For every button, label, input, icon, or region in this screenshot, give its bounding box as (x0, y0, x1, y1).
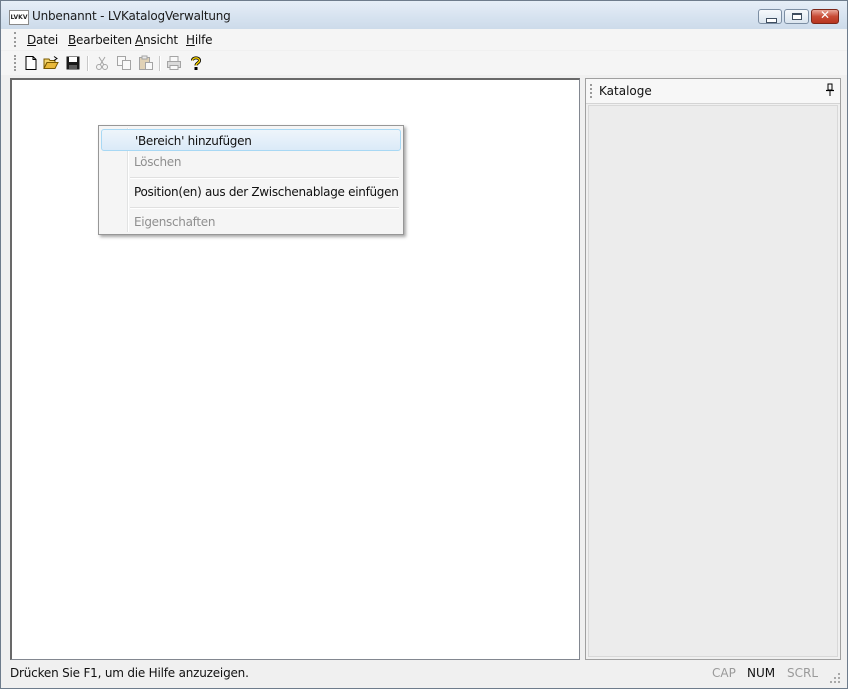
num-indicator: NUM (747, 666, 776, 680)
maximize-icon (792, 13, 802, 20)
toolbar-separator (87, 56, 89, 71)
kataloge-panel: Kataloge (585, 78, 841, 660)
menu-ansicht[interactable]: Ansicht (135, 33, 178, 47)
kataloge-list[interactable] (588, 105, 838, 657)
menubar-grip[interactable] (14, 32, 18, 47)
toolbar-separator (159, 56, 161, 71)
new-document-icon[interactable] (23, 55, 39, 71)
context-item-label: 'Bereich' hinzufügen (135, 134, 252, 148)
context-item-label: Position(en) aus der Zwischenablage einf… (134, 185, 399, 199)
title-bar[interactable]: LVKV Unbenannt - LVKatalogVerwaltung ✕ (1, 1, 847, 30)
context-item-bereich-hinzufuegen[interactable]: 'Bereich' hinzufügen (101, 129, 401, 151)
close-button[interactable]: ✕ (811, 8, 839, 24)
panel-header[interactable]: Kataloge (586, 79, 840, 104)
minimize-icon (766, 18, 777, 23)
app-window: LVKV Unbenannt - LVKatalogVerwaltung ✕ D… (0, 0, 848, 689)
resize-grip-icon[interactable] (829, 672, 841, 684)
menu-datei[interactable]: Datei (27, 33, 58, 47)
help-icon[interactable] (188, 55, 204, 71)
context-item-label: Eigenschaften (134, 215, 216, 229)
app-icon[interactable]: LVKV (9, 10, 29, 25)
copy-icon[interactable] (116, 55, 132, 71)
context-item-einfuegen[interactable]: Position(en) aus der Zwischenablage einf… (101, 181, 401, 203)
open-folder-icon[interactable] (43, 55, 59, 71)
panel-title: Kataloge (599, 84, 652, 98)
context-item-label: Löschen (134, 155, 182, 169)
context-item-loeschen[interactable]: Löschen (101, 151, 401, 173)
cap-indicator: CAP (712, 666, 736, 680)
minimize-button[interactable] (758, 9, 782, 24)
cut-icon[interactable] (94, 55, 110, 71)
panel-grip[interactable] (590, 84, 594, 98)
context-menu: 'Bereich' hinzufügen Löschen Position(en… (98, 125, 404, 235)
menu-hilfe[interactable]: Hilfe (186, 33, 213, 47)
toolbar-grip[interactable] (14, 55, 18, 71)
window-title: Unbenannt - LVKatalogVerwaltung (32, 9, 231, 23)
context-item-eigenschaften[interactable]: Eigenschaften (101, 211, 401, 233)
print-icon[interactable] (166, 55, 182, 71)
scrl-indicator: SCRL (787, 666, 819, 680)
context-menu-separator (130, 177, 399, 179)
status-text: Drücken Sie F1, um die Hilfe anzuzeigen. (10, 666, 249, 680)
menu-bearbeiten[interactable]: Bearbeiten (68, 33, 132, 47)
menu-bar: Datei Bearbeiten Ansicht Hilfe (1, 29, 847, 50)
toolbar (1, 51, 847, 75)
paste-icon[interactable] (138, 55, 154, 71)
context-menu-separator (130, 207, 399, 209)
maximize-button[interactable] (784, 9, 809, 24)
status-bar: Drücken Sie F1, um die Hilfe anzuzeigen.… (1, 662, 847, 688)
save-icon[interactable] (65, 55, 81, 71)
pin-icon[interactable] (825, 83, 835, 97)
close-icon: ✕ (819, 8, 831, 22)
